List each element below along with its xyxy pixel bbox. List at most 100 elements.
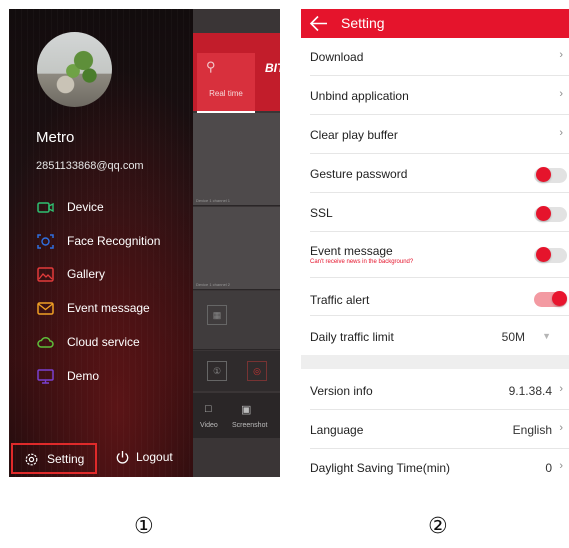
gesture-password-toggle[interactable]: [534, 167, 567, 183]
settings-row-unbind-application[interactable]: Unbind application ›: [301, 77, 569, 115]
row-label: Gesture password: [310, 167, 408, 181]
video-cell[interactable]: Device 1 channel 2: [193, 207, 280, 290]
back-arrow-icon[interactable]: [309, 14, 329, 33]
dropdown-caret-icon: ▼: [542, 331, 551, 341]
daylight-saving-value: 0: [545, 461, 552, 475]
tab-real-time[interactable]: ⚲ Real time: [197, 53, 255, 113]
toggle-knob: [552, 291, 567, 306]
brand-logo-text: BIT: [265, 61, 280, 75]
record-icon[interactable]: ◎: [247, 361, 267, 381]
setting-button-label: Setting: [47, 452, 85, 466]
menu-item-label: Event message: [67, 301, 150, 315]
menu-item-label: Cloud service: [67, 335, 140, 349]
settings-row-ssl: SSL: [301, 194, 569, 232]
chevron-right-icon: ›: [559, 127, 563, 139]
video-cell-caption: Device 1 channel 2: [196, 282, 231, 287]
side-drawer-screenshot: ⚲ Real time BIT Device 1 channel 1 Devic…: [9, 9, 280, 477]
screenshot-icon[interactable]: ▣: [241, 403, 251, 416]
menu-item-device[interactable]: Device: [37, 197, 193, 219]
background-news-help-link[interactable]: Can't receive news in the background?: [310, 259, 413, 265]
row-label: Clear play buffer: [310, 128, 398, 142]
settings-screenshot: Setting Download › Unbind application › …: [301, 9, 569, 477]
settings-row-gesture-password: Gesture password: [301, 155, 569, 193]
power-icon: [116, 451, 129, 464]
row-divider: [310, 409, 569, 410]
logout-button-label: Logout: [136, 450, 173, 464]
navigation-drawer: Metro 2851133868@qq.com Device Face Reco…: [9, 9, 193, 477]
gallery-icon: [37, 267, 54, 282]
figure-label-1: ①: [134, 514, 154, 539]
menu-item-gallery[interactable]: Gallery: [37, 264, 193, 286]
menu-item-cloud-service[interactable]: Cloud service: [37, 332, 193, 354]
chevron-right-icon: ›: [559, 383, 563, 395]
menu-item-label: Gallery: [67, 267, 106, 281]
settings-row-download[interactable]: Download ›: [301, 38, 569, 76]
folder-icon: ▦: [207, 305, 227, 325]
control-bar: ① ◎: [193, 351, 280, 391]
row-divider: [310, 114, 569, 115]
row-label: Event message: [310, 244, 393, 258]
avatar[interactable]: [37, 32, 112, 107]
face-recognition-icon: [37, 234, 54, 249]
row-divider: [310, 231, 569, 232]
cloud-icon: [37, 336, 54, 348]
info-icon[interactable]: ①: [207, 361, 227, 381]
version-value: 9.1.38.4: [508, 384, 552, 398]
row-divider: [310, 192, 569, 193]
video-cell[interactable]: ▦: [193, 291, 280, 350]
mail-icon: [37, 302, 54, 315]
top-tab-bar: ⚲ Real time BIT: [193, 33, 280, 113]
video-icon[interactable]: □: [205, 403, 212, 415]
logout-button[interactable]: Logout: [113, 445, 193, 472]
gear-icon: [25, 453, 38, 466]
settings-row-clear-play-buffer[interactable]: Clear play buffer ›: [301, 116, 569, 154]
settings-row-event-message: Event message Can't receive news in the …: [301, 233, 569, 278]
menu-item-label: Device: [67, 200, 104, 214]
row-label: Download: [310, 50, 364, 64]
chevron-right-icon: ›: [559, 49, 563, 61]
action-bar: □ ▣ Video Screenshot: [193, 393, 280, 438]
user-icon: ⚲: [206, 59, 216, 74]
row-label: Language: [310, 423, 364, 437]
page-title: Setting: [341, 15, 385, 31]
video-cell[interactable]: Device 1 channel 1: [193, 113, 280, 206]
language-value: English: [512, 423, 552, 437]
menu-item-label: Demo: [67, 369, 100, 383]
traffic-alert-toggle[interactable]: [534, 291, 567, 307]
video-cell-caption: Device 1 channel 1: [196, 198, 231, 203]
row-label: Unbind application: [310, 89, 409, 103]
section-divider: [301, 355, 569, 369]
tab-real-time-label: Real time: [209, 89, 243, 98]
menu-item-event-message[interactable]: Event message: [37, 298, 193, 320]
demo-screen-icon: [37, 369, 54, 384]
settings-row-version-info[interactable]: Version info 9.1.38.4 ›: [301, 372, 569, 410]
menu-item-face-recognition[interactable]: Face Recognition: [37, 231, 193, 253]
figure-label-2: ②: [428, 514, 448, 539]
main-screen-behind-drawer: ⚲ Real time BIT Device 1 channel 1 Devic…: [193, 9, 280, 477]
setting-button[interactable]: Setting: [11, 443, 97, 474]
toggle-knob: [536, 206, 551, 221]
row-label: Traffic alert: [310, 293, 370, 307]
chevron-right-icon: ›: [559, 422, 563, 434]
row-label: Daily traffic limit: [310, 330, 394, 344]
daily-traffic-limit-value: 50M: [501, 330, 525, 344]
settings-row-daylight-saving-time[interactable]: Daylight Saving Time(min) 0 ›: [301, 449, 569, 477]
user-email: 2851133868@qq.com: [36, 160, 144, 172]
row-divider: [310, 75, 569, 76]
menu-item-demo[interactable]: Demo: [37, 366, 193, 388]
row-label: SSL: [310, 206, 333, 220]
screenshot-label: Screenshot: [232, 422, 268, 429]
app-header: Setting: [301, 9, 569, 38]
chevron-right-icon: ›: [559, 460, 563, 472]
row-label: Version info: [310, 384, 373, 398]
user-name: Metro: [36, 129, 75, 146]
row-divider: [310, 315, 569, 316]
settings-row-language[interactable]: Language English ›: [301, 411, 569, 449]
settings-row-traffic-alert: Traffic alert: [301, 278, 569, 316]
row-divider: [310, 153, 569, 154]
ssl-toggle[interactable]: [534, 206, 567, 222]
drawer-footer: Setting Logout: [9, 433, 193, 477]
event-message-toggle[interactable]: [534, 247, 567, 263]
row-label: Daylight Saving Time(min): [310, 461, 451, 475]
settings-row-daily-traffic-limit[interactable]: Daily traffic limit 50M ▼: [301, 318, 569, 356]
